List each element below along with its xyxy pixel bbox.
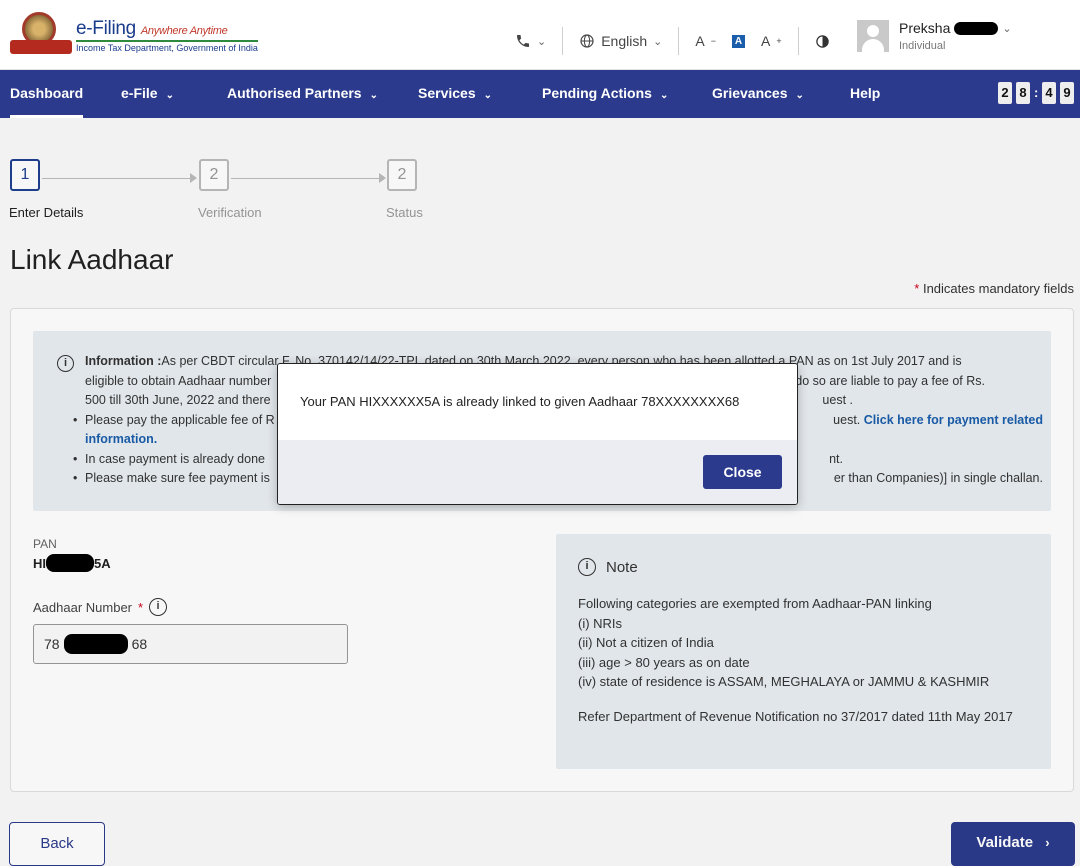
timer-digit: 9 [1060, 82, 1074, 104]
globe-icon [580, 34, 594, 48]
nav-label: Authorised Partners [227, 85, 362, 101]
logo-subtitle: Income Tax Department, Government of Ind… [76, 39, 258, 53]
language-label: English [601, 33, 648, 49]
nav-label: Help [850, 85, 881, 101]
nav-label: Grievances [712, 85, 788, 101]
font-default-label: A [731, 34, 745, 48]
chevron-down-icon: ⌄ [165, 90, 174, 101]
user-role: Individual [899, 40, 946, 52]
confirmation-dialog: Your PAN HIXXXXXX5A is already linked to… [277, 363, 798, 505]
language-selector[interactable]: English ⌄ [579, 33, 662, 49]
chevron-down-icon: ⌄ [1002, 22, 1012, 35]
phone-icon [517, 35, 529, 47]
chevron-down-icon: ⌄ [369, 90, 378, 101]
user-name: Preksha [899, 20, 951, 36]
nav-label: Dashboard [10, 85, 84, 101]
chevron-down-icon: ⌄ [537, 35, 547, 48]
chevron-down-icon: ⌄ [483, 90, 492, 101]
chevron-down-icon: ⌄ [653, 35, 663, 48]
chevron-down-icon: ⌄ [795, 90, 804, 101]
contrast-icon [815, 34, 829, 48]
nav-label: e-File [121, 85, 158, 101]
nav-authorised-partners[interactable]: Authorised Partners ⌄ [227, 70, 378, 118]
nav-dashboard[interactable]: Dashboard [10, 70, 84, 118]
logo-tagline: Anywhere Anytime [140, 24, 228, 37]
nav-pending-actions[interactable]: Pending Actions ⌄ [542, 70, 668, 118]
timer-digit: 8 [1016, 82, 1030, 104]
timer-colon: : [1034, 85, 1039, 100]
redacted-mark [954, 21, 999, 35]
font-decrease-button[interactable]: A − [695, 33, 716, 49]
font-default-button[interactable]: A [731, 34, 745, 48]
dialog-footer: Close [278, 440, 797, 504]
contrast-toggle[interactable] [815, 34, 830, 49]
avatar [857, 20, 889, 52]
font-increase-button[interactable]: A + [761, 33, 782, 49]
nav-label: Services [418, 85, 476, 101]
emblem-icon [10, 12, 72, 58]
main-nav: Dashboard e-File ⌄ Authorised Partners ⌄ S… [0, 70, 1080, 118]
nav-help[interactable]: Help [850, 70, 880, 118]
session-timer: 2 8 : 4 9 [998, 82, 1074, 104]
nav-label: Pending Actions [542, 85, 652, 101]
nav-efile[interactable]: e-File ⌄ [121, 70, 174, 118]
nav-grievances[interactable]: Grievances ⌄ [712, 70, 804, 118]
logo-title: e-Filing [76, 17, 136, 39]
contact-dropdown[interactable]: ⌄ [515, 33, 546, 49]
font-increase-label: A [760, 33, 771, 49]
top-header: e-Filing Anywhere Anytime Income Tax Dep… [0, 0, 1080, 70]
close-button[interactable]: Close [703, 455, 782, 489]
efiling-logo[interactable]: e-Filing Anywhere Anytime Income Tax Dep… [10, 12, 258, 58]
user-menu[interactable]: Preksha ⌄ Individual [857, 20, 1012, 52]
timer-digit: 4 [1042, 82, 1056, 104]
font-decrease-label: A [695, 33, 705, 49]
dialog-message: Your PAN HIXXXXXX5A is already linked to… [300, 394, 740, 409]
timer-digit: 2 [998, 82, 1012, 104]
nav-services[interactable]: Services ⌄ [418, 70, 492, 118]
chevron-down-icon: ⌄ [659, 90, 669, 101]
